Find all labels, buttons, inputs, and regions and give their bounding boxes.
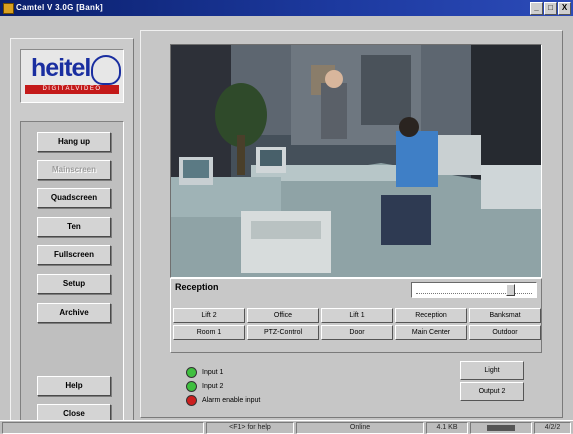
camera-button-lift-2[interactable]: Lift 2 bbox=[173, 308, 245, 323]
output-2-button[interactable]: Output 2 bbox=[460, 382, 524, 401]
window-title: Camtel V 3.0G [Bank] bbox=[16, 3, 103, 12]
input-2-label: Input 2 bbox=[202, 382, 224, 390]
camera-control-panel: Reception Lift 2 Office Lift 1 Reception… bbox=[170, 278, 542, 353]
close-window-button[interactable]: X bbox=[558, 2, 571, 15]
camera-button-reception[interactable]: Reception bbox=[395, 308, 467, 323]
camera-image bbox=[171, 45, 541, 277]
camera-button-main-center[interactable]: Main Center bbox=[395, 325, 467, 340]
logo: heitel DIGITALVIDEO bbox=[20, 49, 124, 103]
camera-button-lift-1[interactable]: Lift 1 bbox=[321, 308, 393, 323]
main-area: heitel DIGITALVIDEO Hang up Mainscreen Q… bbox=[0, 16, 573, 424]
maximize-button[interactable]: □ bbox=[544, 2, 557, 15]
alarm-input-label: Alarm enable input bbox=[202, 396, 261, 404]
camera-button-ptz-control[interactable]: PTZ-Control bbox=[247, 325, 319, 340]
input-2-row: Input 2 bbox=[186, 380, 224, 392]
setup-button[interactable]: Setup bbox=[37, 274, 111, 294]
content-panel: Reception Lift 2 Office Lift 1 Reception… bbox=[140, 30, 563, 418]
title-bar: Camtel V 3.0G [Bank] _ □ X bbox=[0, 0, 573, 16]
status-size: 4.1 KB bbox=[426, 422, 468, 434]
input-1-led-icon bbox=[186, 366, 197, 378]
status-counter: 4/2/2 bbox=[534, 422, 571, 434]
status-blank bbox=[2, 422, 204, 434]
fullscreen-button[interactable]: Fullscreen bbox=[37, 245, 111, 265]
alarm-led-icon bbox=[186, 394, 197, 406]
navigation-panel: Hang up Mainscreen Quadscreen Ten Fullsc… bbox=[20, 121, 124, 424]
io-panel: Input 1 Input 2 Alarm enable input Light… bbox=[170, 361, 540, 415]
camera-button-office[interactable]: Office bbox=[247, 308, 319, 323]
status-meter-fill bbox=[487, 425, 515, 431]
mainscreen-button[interactable]: Mainscreen bbox=[37, 160, 111, 180]
camera-slider[interactable] bbox=[411, 282, 537, 298]
minimize-button[interactable]: _ bbox=[530, 2, 543, 15]
help-button[interactable]: Help bbox=[37, 376, 111, 396]
logo-wordmark: heitel bbox=[31, 54, 91, 82]
input-2-led-icon bbox=[186, 380, 197, 392]
ten-button[interactable]: Ten bbox=[37, 217, 111, 237]
hang-up-button[interactable]: Hang up bbox=[37, 132, 111, 152]
status-connection: Online bbox=[296, 422, 424, 434]
sidebar: heitel DIGITALVIDEO Hang up Mainscreen Q… bbox=[10, 38, 134, 424]
slider-thumb[interactable] bbox=[506, 284, 515, 296]
logo-emblem-icon bbox=[91, 55, 121, 85]
status-meter bbox=[470, 422, 532, 434]
input-1-row: Input 1 bbox=[186, 366, 224, 378]
status-bar: <F1> for help Online 4.1 KB 4/2/2 bbox=[0, 420, 573, 434]
quadscreen-button[interactable]: Quadscreen bbox=[37, 188, 111, 208]
camera-button-door[interactable]: Door bbox=[321, 325, 393, 340]
archive-button[interactable]: Archive bbox=[37, 303, 111, 323]
current-camera-label: Reception bbox=[175, 282, 219, 292]
camera-button-room-1[interactable]: Room 1 bbox=[173, 325, 245, 340]
app-icon bbox=[3, 3, 14, 14]
logo-tagline: DIGITALVIDEO bbox=[25, 85, 119, 94]
status-help-hint: <F1> for help bbox=[206, 422, 294, 434]
alarm-input-row: Alarm enable input bbox=[186, 394, 261, 406]
light-output-button[interactable]: Light bbox=[460, 361, 524, 380]
camera-button-outdoor[interactable]: Outdoor bbox=[469, 325, 541, 340]
camera-video-view[interactable] bbox=[170, 44, 542, 278]
input-1-label: Input 1 bbox=[202, 368, 224, 376]
camera-button-banksmat[interactable]: Banksmat bbox=[469, 308, 541, 323]
